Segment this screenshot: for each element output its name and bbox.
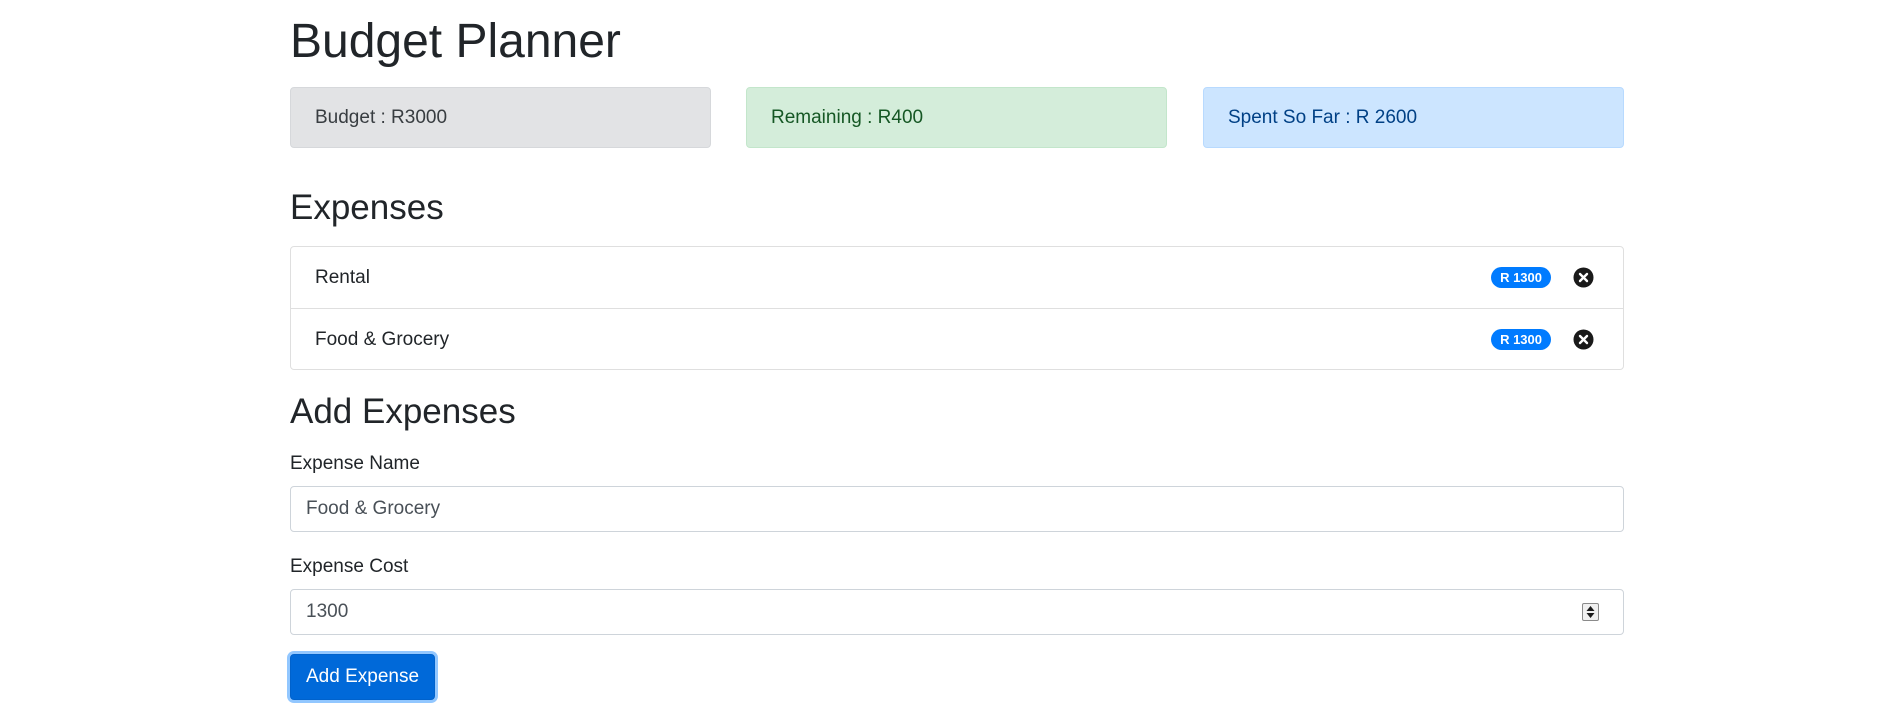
expense-item: Food & Grocery R 1300 <box>291 308 1623 369</box>
expense-name-label: Expense Name <box>290 453 420 474</box>
expense-cost-badge: R 1300 <box>1491 267 1551 288</box>
expense-cost-input[interactable] <box>290 589 1624 635</box>
budget-summary: Budget : R3000 Remaining : R400 Spent So… <box>290 87 1624 148</box>
budget-card: Budget : R3000 <box>290 87 711 148</box>
add-expense-button[interactable]: Add Expense <box>290 654 436 700</box>
close-circle-icon[interactable] <box>1573 329 1594 350</box>
expense-cost-label: Expense Cost <box>290 556 409 577</box>
close-circle-icon[interactable] <box>1573 267 1594 288</box>
expense-name-input[interactable] <box>290 486 1624 532</box>
page-title: Budget Planner <box>290 15 621 68</box>
expense-cost-field <box>290 589 1624 635</box>
expense-name: Food & Grocery <box>315 329 450 350</box>
remaining-card: Remaining : R400 <box>746 87 1167 148</box>
expense-name: Rental <box>315 267 370 288</box>
expenses-heading: Expenses <box>290 188 444 227</box>
expense-list: Rental R 1300 Food & Grocery R 1300 <box>290 246 1624 370</box>
expense-cost-badge: R 1300 <box>1491 329 1551 350</box>
number-spinner-icon[interactable] <box>1582 603 1599 621</box>
spent-card: Spent So Far : R 2600 <box>1203 87 1624 148</box>
add-expenses-heading: Add Expenses <box>290 392 516 431</box>
expense-item: Rental R 1300 <box>291 247 1623 308</box>
